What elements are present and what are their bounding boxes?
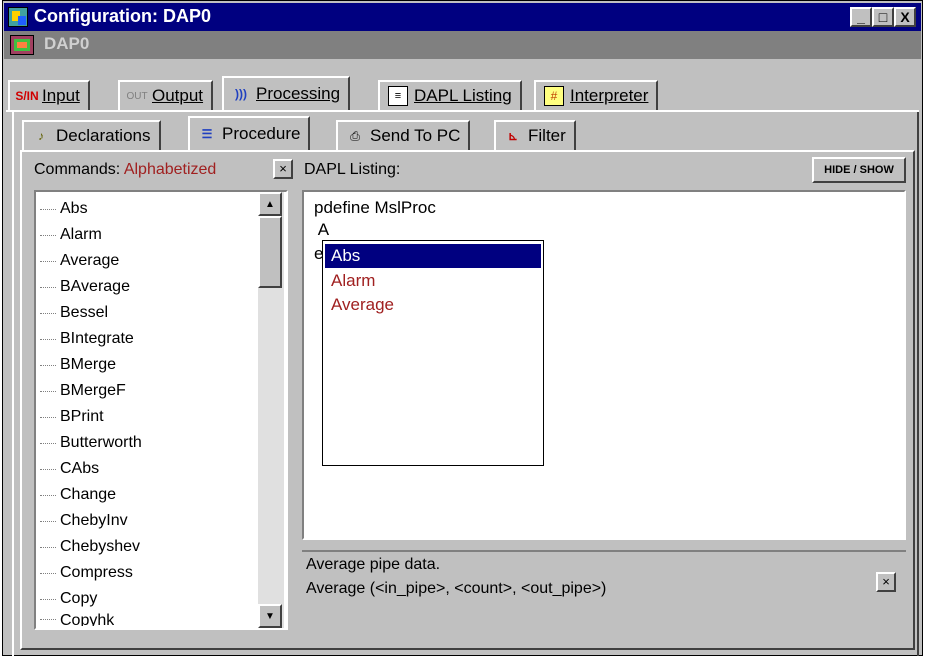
tab-procedure[interactable]: ☰ Procedure (188, 116, 311, 150)
list-item[interactable]: Chebyshev (40, 534, 140, 560)
tab-processing-label: Processing (256, 84, 341, 103)
device-name: DAP0 (44, 34, 90, 53)
commands-sort-mode[interactable]: Alphabetized (124, 161, 217, 178)
autocomplete-item[interactable]: Average (325, 293, 541, 317)
interpreter-icon: # (544, 86, 564, 106)
code-line: pdefine MslProc (314, 198, 436, 217)
list-item[interactable]: Compress (40, 560, 133, 586)
hint-close-button[interactable]: × (876, 572, 896, 592)
code-line: A (314, 220, 330, 239)
app-icon (8, 7, 28, 27)
maximize-button[interactable]: □ (872, 7, 894, 27)
tab-output[interactable]: OUT Output (118, 80, 214, 110)
tab-interpreter[interactable]: # Interpreter (534, 80, 659, 110)
tab-filter-label: Filter (528, 126, 566, 145)
tab-processing[interactable]: ))) Processing (222, 76, 351, 110)
tab-filter[interactable]: ⊾ Filter (494, 120, 576, 150)
tab-dapl-listing-label: DAPL Listing (414, 86, 512, 105)
scroll-down-button[interactable]: ▼ (258, 604, 282, 628)
send-to-pc-icon: ⎙ (350, 128, 360, 143)
tab-send-to-pc[interactable]: ⎙ Send To PC (336, 120, 471, 150)
procedure-icon: ☰ (201, 127, 213, 141)
input-icon: S/IN (15, 89, 39, 103)
tab-send-to-pc-label: Send To PC (370, 126, 461, 145)
commands-label: Commands: Alphabetized (34, 161, 217, 178)
list-item[interactable]: CAbs (40, 456, 99, 482)
tab-declarations[interactable]: ♪ Declarations (22, 120, 161, 150)
commands-list[interactable]: Abs Alarm Average BAverage Bessel BInteg… (34, 190, 288, 630)
window-title: Configuration: DAP0 (34, 6, 211, 26)
hide-show-button[interactable]: HIDE / SHOW (812, 157, 906, 183)
list-item[interactable]: Bessel (40, 300, 108, 326)
tab-interpreter-label: Interpreter (570, 86, 649, 105)
close-button[interactable]: X (894, 7, 916, 27)
tab-output-label: Output (152, 86, 204, 105)
close-icon: X (900, 9, 910, 25)
minimize-icon: _ (857, 9, 865, 25)
maximize-icon: □ (878, 9, 888, 25)
commands-close-button[interactable]: × (273, 159, 293, 179)
tab-procedure-label: Procedure (222, 124, 301, 143)
list-item[interactable]: BIntegrate (40, 326, 134, 352)
list-item[interactable]: Butterworth (40, 430, 142, 456)
dapl-listing-label: DAPL Listing: (304, 161, 401, 178)
filter-icon: ⊾ (507, 129, 519, 143)
device-bar: DAP0 (4, 31, 921, 59)
minimize-button[interactable]: _ (850, 7, 872, 27)
list-item[interactable]: Abs (40, 196, 88, 222)
list-item[interactable]: BAverage (40, 274, 130, 300)
list-item[interactable]: Alarm (40, 222, 102, 248)
autocomplete-popup[interactable]: Abs Alarm Average (322, 240, 544, 466)
hint-syntax: Average (<in_pipe>, <count>, <out_pipe>) (306, 580, 607, 597)
tab-dapl-listing[interactable]: ≡ DAPL Listing (378, 80, 522, 110)
arrow-down-icon: ▼ (265, 610, 275, 622)
list-item[interactable]: BMerge (40, 352, 116, 378)
device-icon (10, 35, 34, 55)
list-item[interactable]: Average (40, 248, 119, 274)
title-bar[interactable]: Configuration: DAP0 _ □ X (4, 3, 921, 31)
list-item[interactable]: BPrint (40, 404, 104, 430)
list-item[interactable]: ChebyInv (40, 508, 128, 534)
list-item[interactable]: Copyhk (40, 612, 114, 626)
main-tabstrip (6, 62, 919, 64)
close-icon: × (882, 574, 890, 589)
autocomplete-item[interactable]: Alarm (325, 269, 541, 293)
hint-description: Average pipe data. (306, 556, 441, 573)
command-hint-panel: Average pipe data. Average (<in_pipe>, <… (302, 550, 906, 640)
list-item[interactable]: Copy (40, 586, 97, 612)
close-icon: × (279, 161, 287, 176)
scroll-up-button[interactable]: ▲ (258, 192, 282, 216)
arrow-up-icon: ▲ (265, 198, 275, 210)
scroll-thumb[interactable] (258, 216, 282, 288)
tab-declarations-label: Declarations (56, 126, 151, 145)
listing-icon: ≡ (388, 86, 408, 106)
list-item[interactable]: Change (40, 482, 116, 508)
declarations-icon: ♪ (38, 129, 44, 143)
list-item[interactable]: BMergeF (40, 378, 126, 404)
tab-input[interactable]: S/IN Input (8, 80, 90, 110)
processing-icon: ))) (235, 87, 247, 101)
output-icon: OUT (126, 90, 148, 102)
tab-input-label: Input (42, 86, 80, 105)
commands-scrollbar[interactable]: ▲ ▼ (258, 192, 284, 628)
autocomplete-item[interactable]: Abs (325, 244, 541, 268)
